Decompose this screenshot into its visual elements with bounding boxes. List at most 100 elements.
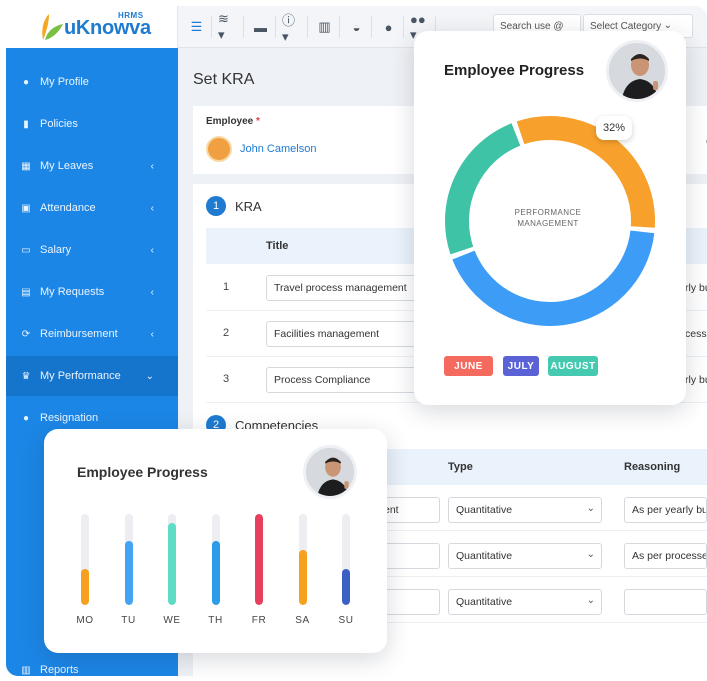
sidebar-item-policies[interactable]: ▮ Policies bbox=[6, 104, 178, 144]
sidebar-item-my-leaves[interactable]: ▦ My Leaves ‹ bbox=[6, 146, 178, 186]
competency-reasoning-input[interactable] bbox=[624, 589, 707, 615]
avatar bbox=[206, 136, 232, 162]
sidebar-item-label: Policies bbox=[40, 118, 78, 130]
chevron-left-icon: ‹ bbox=[150, 160, 154, 172]
chevron-left-icon: ‹ bbox=[150, 286, 154, 298]
sidebar-item-my-profile[interactable]: ● My Profile bbox=[6, 62, 178, 102]
list-indent-icon[interactable]: ☰ bbox=[186, 16, 212, 38]
bar-fill-tu bbox=[124, 541, 133, 605]
row-number: 3 bbox=[223, 373, 230, 385]
donut-segment bbox=[452, 230, 655, 326]
sidebar-item-label: My Profile bbox=[40, 76, 89, 88]
sidebar-item-label: Resignation bbox=[40, 412, 99, 424]
bar-track bbox=[81, 514, 89, 605]
sidebar-item-label: Reports bbox=[40, 664, 79, 676]
day-label: FR bbox=[251, 615, 267, 626]
brand-name: uKnowva bbox=[64, 17, 151, 39]
kra-reason-cut: rly bu bbox=[685, 282, 707, 294]
bar-track bbox=[298, 514, 307, 605]
calendar-icon: ▦ bbox=[21, 160, 31, 172]
section-number: 1 bbox=[206, 196, 226, 216]
sidebar-item-my-requests[interactable]: ▤ My Requests ‹ bbox=[6, 272, 178, 312]
row-number: 2 bbox=[223, 327, 230, 339]
toolbar-icons: ☰ ≋ ▾ ▬ ⓘ ▾ ▥ ◒ ● ●● ▾ bbox=[186, 11, 436, 44]
card-title: Employee Progress bbox=[77, 464, 208, 480]
kra-title-input[interactable]: Facilities management bbox=[266, 321, 416, 347]
day-label: MO bbox=[76, 615, 94, 626]
person-avatar-icon bbox=[306, 448, 354, 496]
competency-reasoning-input[interactable]: As per yearly bu bbox=[624, 497, 707, 523]
page-title: Set KRA bbox=[193, 71, 255, 88]
rss-icon[interactable]: ≋ ▾ bbox=[218, 11, 244, 42]
legend-june[interactable]: JUNE bbox=[444, 356, 493, 376]
legend-label: AUGUST bbox=[550, 360, 596, 372]
day-label: TH bbox=[208, 615, 223, 626]
row-number: 1 bbox=[223, 281, 230, 293]
employee-label: Employee * bbox=[206, 116, 260, 127]
sidebar-item-my-performance[interactable]: ♛ My Performance ⌄ bbox=[6, 356, 178, 396]
competency-type-value: Quantitative bbox=[456, 550, 513, 562]
sidebar-item-label: Attendance bbox=[40, 202, 96, 214]
day-label: WE bbox=[163, 615, 181, 626]
bar-fill-su bbox=[342, 569, 350, 605]
center-label-line: MANAGEMENT bbox=[517, 219, 579, 228]
sidebar-item-reports[interactable]: ▥ Reports bbox=[6, 650, 178, 676]
day-label: TU bbox=[121, 615, 136, 626]
competency-type-select[interactable]: Quantitative ⌄ bbox=[448, 497, 602, 523]
user-icon: ● bbox=[22, 76, 30, 88]
center-label-line: PERFORMANCE bbox=[514, 208, 582, 217]
chevron-left-icon: ‹ bbox=[150, 244, 154, 256]
kra-title-input[interactable]: Travel process management bbox=[266, 275, 416, 301]
dashboard-icon[interactable]: ◒ bbox=[346, 16, 372, 38]
competency-type-value: Quantitative bbox=[456, 596, 513, 608]
bar-track bbox=[211, 514, 220, 605]
sidebar-item-label: Salary bbox=[40, 244, 72, 256]
kra-reason-cut: rly bu bbox=[685, 374, 707, 386]
avatar bbox=[606, 40, 668, 102]
card-title: Employee Progress bbox=[444, 62, 585, 79]
bar-fill-sa bbox=[298, 550, 307, 605]
refresh-icon: ⟳ bbox=[21, 328, 31, 340]
chart-icon[interactable]: ▥ bbox=[314, 16, 340, 38]
day-label: SA bbox=[295, 615, 310, 626]
sidebar-item-attendance[interactable]: ▣ Attendance ‹ bbox=[6, 188, 178, 228]
bar-track bbox=[255, 514, 263, 605]
chevron-down-icon: ⌄ bbox=[586, 595, 595, 606]
employee-label-text: Employee bbox=[206, 116, 254, 127]
chevron-left-icon: ‹ bbox=[150, 202, 154, 214]
sidebar-item-reimbursement[interactable]: ⟳ Reimbursement ‹ bbox=[6, 314, 178, 354]
sidebar-item-salary[interactable]: ▭ Salary ‹ bbox=[6, 230, 178, 270]
sidebar-item-label: Reimbursement bbox=[40, 328, 118, 340]
employee-progress-donut-card: Employee Progress 32% PERFORMANCE MANAGE… bbox=[414, 31, 686, 405]
legend-august[interactable]: AUGUST bbox=[548, 356, 598, 376]
sidebar-item-label: My Leaves bbox=[40, 160, 94, 172]
logo[interactable]: uKnowva HRMS bbox=[6, 6, 178, 48]
chevron-down-icon: ⌄ bbox=[586, 549, 595, 560]
bar-fill-th bbox=[211, 541, 220, 605]
competency-type-select[interactable]: Quantitative ⌄ bbox=[448, 543, 602, 569]
chevron-down-icon: ⌄ bbox=[586, 503, 595, 514]
chevron-down-icon: ⌄ bbox=[145, 370, 154, 382]
column-title: Title bbox=[266, 240, 289, 252]
legend-july[interactable]: JULY bbox=[503, 356, 539, 376]
info-icon[interactable]: ⓘ ▾ bbox=[282, 13, 308, 44]
chevron-down-icon: ⌄ bbox=[663, 20, 672, 31]
user-minus-icon: ● bbox=[22, 412, 30, 424]
required-marker: * bbox=[256, 116, 260, 127]
section-title-kra: KRA bbox=[235, 199, 262, 214]
request-icon: ▤ bbox=[21, 286, 31, 298]
leaf-logo-icon bbox=[42, 14, 63, 40]
folder-icon[interactable]: ▬ bbox=[250, 16, 276, 38]
competency-type-select[interactable]: Quantitative ⌄ bbox=[448, 589, 602, 615]
sidebar-item-label: My Requests bbox=[40, 286, 105, 298]
bar-fill-we bbox=[168, 523, 176, 605]
user-icon[interactable]: ● bbox=[378, 16, 404, 38]
bar-track bbox=[342, 514, 350, 605]
kra-title-input[interactable]: Process Compliance bbox=[266, 367, 416, 393]
column-reasoning: Reasoning bbox=[624, 461, 681, 473]
bar-fill-mo bbox=[81, 569, 89, 605]
employee-name-link[interactable]: John Camelson bbox=[240, 143, 316, 155]
calendar-check-icon: ▣ bbox=[21, 202, 31, 214]
person-avatar-icon bbox=[609, 43, 665, 99]
competency-reasoning-input[interactable]: As per processe bbox=[624, 543, 707, 569]
